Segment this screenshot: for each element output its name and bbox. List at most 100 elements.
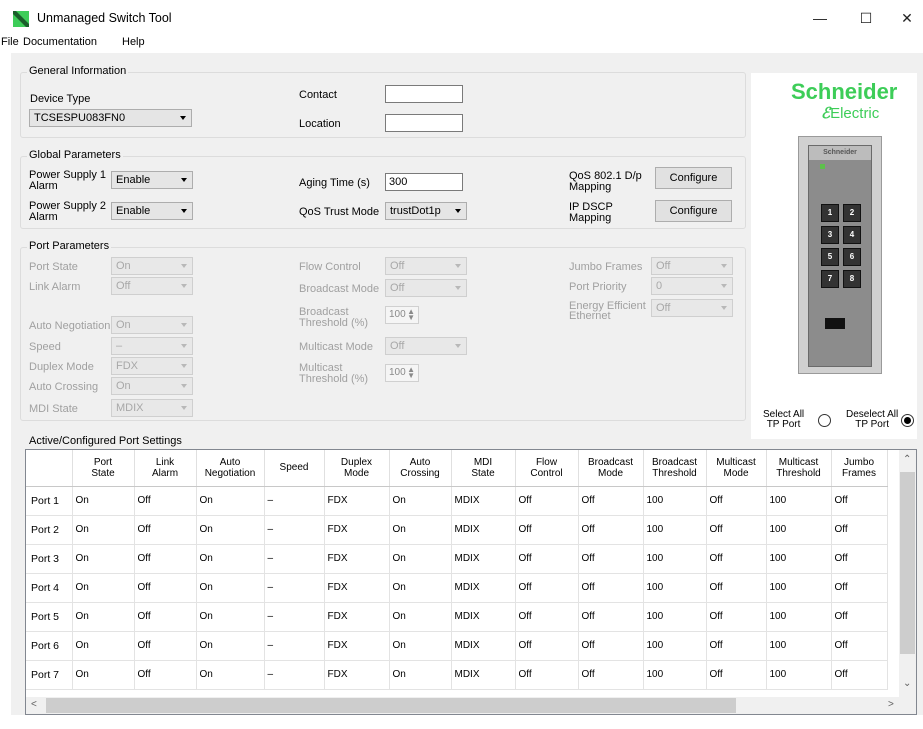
multicast-threshold-stepper[interactable]: 100 ▲ ▼: [385, 364, 419, 382]
table-cell: Off: [578, 573, 644, 603]
column-header[interactable]: Duplex Mode: [324, 450, 390, 487]
port-priority-dropdown[interactable]: 0: [651, 277, 733, 295]
device-port[interactable]: 3: [821, 226, 839, 244]
column-header[interactable]: Speed: [264, 450, 325, 487]
deselect-all-line2: TP Port: [855, 419, 889, 430]
scroll-up-icon[interactable]: ⌃: [903, 454, 911, 465]
table-cell: Off: [831, 544, 888, 574]
menu-documentation[interactable]: Documentation: [23, 36, 97, 48]
qos-trust-dropdown[interactable]: trustDot1p: [385, 202, 467, 220]
table-row[interactable]: Port 2 On Off On – FDX On MDIX Off Off 100 Off 100 Of…: [26, 515, 888, 545]
column-header[interactable]: Auto Crossing: [389, 450, 452, 487]
column-header-line2: Alarm: [151, 467, 179, 479]
column-header[interactable]: Broadcast Mode: [578, 450, 644, 487]
column-header[interactable]: Flow Control: [515, 450, 579, 487]
table-cell: On: [389, 660, 452, 690]
port-parameters-title: Port Parameters: [27, 240, 112, 252]
scroll-left-icon[interactable]: <: [31, 699, 37, 710]
table-cell: –: [264, 631, 325, 661]
jumbo-frames-dropdown[interactable]: Off: [651, 257, 733, 275]
select-all-tp-radio[interactable]: [818, 414, 831, 427]
broadcast-mode-value: Off: [390, 282, 405, 294]
device-badge: Schneider: [809, 146, 871, 160]
eee-label-line2: Ethernet: [569, 310, 611, 322]
table-row[interactable]: Port 6 On Off On – FDX On MDIX Off Off 100 Off 100 Of…: [26, 631, 888, 661]
table-cell: On: [72, 602, 135, 632]
auto-crossing-dropdown[interactable]: On: [111, 377, 193, 395]
deselect-all-tp-radio[interactable]: [901, 414, 914, 427]
table-cell: Off: [831, 660, 888, 690]
location-label: Location: [299, 118, 341, 130]
horizontal-scroll-thumb[interactable]: [46, 698, 736, 713]
table-cell: Off: [515, 631, 579, 661]
column-header[interactable]: Multicast Threshold: [766, 450, 832, 487]
column-header-line1: Duplex: [340, 456, 373, 468]
port-state-dropdown[interactable]: On: [111, 257, 193, 275]
qos-8021-configure-button[interactable]: Configure: [655, 167, 732, 189]
table-cell: On: [196, 573, 265, 603]
ip-dscp-configure-button[interactable]: Configure: [655, 200, 732, 222]
table-cell: MDIX: [451, 544, 516, 574]
location-input[interactable]: [385, 114, 463, 132]
device-port[interactable]: 7: [821, 270, 839, 288]
schneider-wordmark: Schneider: [791, 79, 898, 104]
device-type-dropdown[interactable]: TCSESPU083FN0: [29, 109, 192, 127]
column-header[interactable]: Port State: [72, 450, 135, 487]
link-alarm-dropdown[interactable]: Off: [111, 277, 193, 295]
scroll-right-icon[interactable]: >: [888, 699, 894, 710]
table-row[interactable]: Port 7 On Off On – FDX On MDIX Off Off 100 Off 100 Of…: [26, 660, 888, 690]
flow-control-dropdown[interactable]: Off: [385, 257, 467, 275]
close-button[interactable]: ✕: [891, 6, 923, 30]
auto-negotiation-dropdown[interactable]: On: [111, 316, 193, 334]
chevron-down-icon: [181, 384, 187, 388]
column-header[interactable]: [26, 450, 73, 487]
general-information-title: General Information: [27, 65, 129, 77]
multicast-mode-dropdown[interactable]: Off: [385, 337, 467, 355]
table-row[interactable]: Port 1 On Off On – FDX On MDIX Off Off 100 Off 100 Of…: [26, 486, 888, 516]
column-header[interactable]: Jumbo Frames: [831, 450, 888, 487]
aging-time-input[interactable]: [385, 173, 463, 191]
eee-dropdown[interactable]: Off: [651, 299, 733, 317]
broadcast-mode-dropdown[interactable]: Off: [385, 279, 467, 297]
table-cell: FDX: [324, 544, 390, 574]
port-settings-grid[interactable]: Port State Link Alarm Auto Negotiation Speed Du…: [25, 449, 917, 715]
vertical-scrollbar[interactable]: ⌃ ⌄: [899, 450, 916, 697]
table-cell: 100: [766, 573, 832, 603]
device-port[interactable]: 4: [843, 226, 861, 244]
column-header[interactable]: Broadcast Threshold: [643, 450, 707, 487]
port-settings-table: Port State Link Alarm Auto Negotiation Speed Du…: [26, 450, 888, 690]
table-cell: On: [72, 515, 135, 545]
duplex-mode-dropdown[interactable]: FDX: [111, 357, 193, 375]
column-header[interactable]: Multicast Mode: [706, 450, 767, 487]
table-cell: MDIX: [451, 515, 516, 545]
device-port[interactable]: 1: [821, 204, 839, 222]
device-port[interactable]: 5: [821, 248, 839, 266]
column-header[interactable]: MDI State: [451, 450, 516, 487]
device-port[interactable]: 8: [843, 270, 861, 288]
ps2-alarm-dropdown[interactable]: Enable: [111, 202, 193, 220]
maximize-button[interactable]: ☐: [846, 6, 886, 30]
minimize-button[interactable]: —: [800, 6, 840, 30]
menu-help[interactable]: Help: [122, 36, 145, 48]
device-port[interactable]: 2: [843, 204, 861, 222]
column-header[interactable]: Auto Negotiation: [196, 450, 265, 487]
broadcast-threshold-stepper[interactable]: 100 ▲ ▼: [385, 306, 419, 324]
table-row[interactable]: Port 4 On Off On – FDX On MDIX Off Off 100 Off 100 Of…: [26, 573, 888, 603]
column-header[interactable]: Link Alarm: [134, 450, 197, 487]
table-row[interactable]: Port 3 On Off On – FDX On MDIX Off Off 100 Off 100 Of…: [26, 544, 888, 574]
table-cell: On: [196, 660, 265, 690]
column-header-line2: Mode: [597, 467, 623, 479]
vertical-scroll-thumb[interactable]: [900, 472, 915, 654]
table-cell: –: [264, 515, 325, 545]
chevron-down-icon: [181, 284, 187, 288]
menu-file[interactable]: File: [1, 36, 19, 48]
table-row[interactable]: Port 5 On Off On – FDX On MDIX Off Off 100 Off 100 Of…: [26, 602, 888, 632]
speed-dropdown[interactable]: –: [111, 337, 193, 355]
port-priority-label: Port Priority: [569, 281, 627, 293]
device-port[interactable]: 6: [843, 248, 861, 266]
ps1-alarm-dropdown[interactable]: Enable: [111, 171, 193, 189]
horizontal-scrollbar[interactable]: < >: [26, 697, 901, 714]
mdi-state-dropdown[interactable]: MDIX: [111, 399, 193, 417]
scroll-down-icon[interactable]: ⌄: [903, 678, 911, 689]
contact-input[interactable]: [385, 85, 463, 103]
